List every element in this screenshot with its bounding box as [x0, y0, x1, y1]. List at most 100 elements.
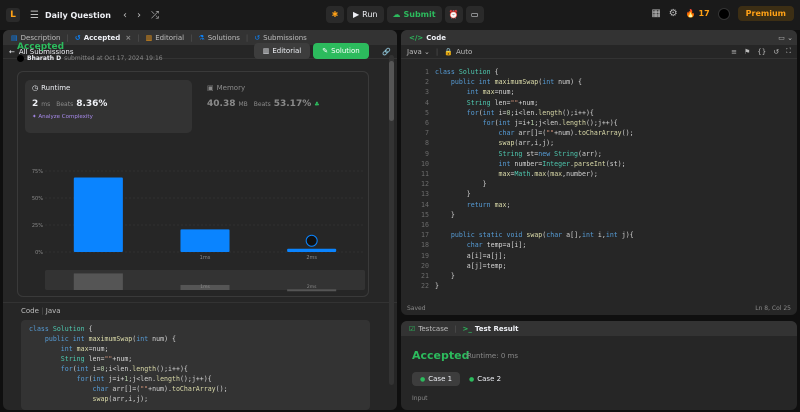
memory-label: Memory [216, 84, 246, 92]
streak-count: 17 [698, 9, 710, 18]
author-name[interactable]: Bharath D [27, 55, 61, 62]
fire-icon: 🔥 [685, 9, 696, 18]
language-select[interactable]: Java ⌄ [407, 48, 430, 56]
streak-counter[interactable]: 🔥 17 [686, 9, 710, 18]
overview-tick-label: 2ms [307, 284, 317, 290]
book-icon: ▥ [145, 33, 153, 42]
shuffle-icon[interactable]: ⤮ [151, 10, 159, 21]
line-number: 4 [425, 98, 429, 107]
case-label: Case 2 [477, 375, 502, 383]
memory-beats-label: Beats [253, 101, 271, 108]
line-number: 22 [421, 282, 429, 291]
editorial-button[interactable]: ▥ Editorial [254, 43, 310, 59]
book-icon: ▥ [262, 47, 270, 55]
bookmark-icon[interactable]: ⚑ [744, 48, 750, 56]
chart-bar[interactable] [287, 248, 337, 252]
scrollbar-thumb[interactable] [389, 61, 394, 121]
tab-divider: | [137, 33, 140, 42]
line-number: 1 [425, 68, 429, 76]
line-number: 21 [421, 272, 429, 281]
code-line: int max=num; [60, 345, 109, 353]
overview-bar [73, 273, 123, 290]
code-line: public int maximumSwap(int num) { [450, 78, 582, 87]
memory-chip-icon: ▣ [207, 84, 214, 92]
submit-button[interactable]: ☁ Submit [386, 6, 442, 23]
line-number: 13 [421, 190, 429, 199]
case-2-tab[interactable]: ● Case 2 [461, 372, 509, 386]
tab-testcase[interactable]: ☑ Testcase [405, 325, 452, 333]
code-line: for(int i=0;i<len.length();i++){ [60, 365, 188, 373]
line-number: 15 [421, 210, 429, 219]
tab-description[interactable]: ▤ Description [7, 34, 65, 42]
language-value: Java [407, 47, 422, 56]
code-section-label: Code | Java [21, 307, 61, 315]
tab-accepted[interactable]: ↺ Accepted × [71, 34, 135, 42]
left-scrollbar[interactable] [389, 55, 394, 385]
case-1-tab[interactable]: ● Case 1 [412, 372, 461, 386]
sparkle-icon: ✦ [32, 114, 37, 120]
line-number: 8 [425, 139, 429, 148]
code-line: a[j]=temp; [435, 261, 507, 270]
y-tick-label: 25% [32, 223, 43, 229]
back-arrow-icon[interactable]: ← [9, 48, 15, 56]
user-avatar[interactable] [717, 7, 730, 20]
code-line: int number=Integer.parseInt(st); [498, 159, 626, 168]
auto-mode-label[interactable]: Auto [456, 48, 472, 56]
memory-card[interactable]: ▣ Memory 40.38 MB Beats 53.17% ♣ [200, 80, 365, 133]
line-number: 17 [421, 231, 429, 240]
line-number: 16 [421, 221, 429, 230]
run-submit-group: ✱ ▶ Run ☁ Submit ⏰ ▭ [326, 6, 484, 23]
solution-label: Solution [331, 47, 360, 55]
line-number: 20 [421, 261, 429, 270]
problem-list-title[interactable]: Daily Question [45, 11, 111, 20]
tab-solutions[interactable]: ⚗ Solutions [194, 34, 243, 42]
menu-icon[interactable]: ≡ [731, 48, 737, 56]
timer-button[interactable]: ⏰ [444, 6, 463, 23]
settings-gear-icon[interactable]: ⚙ [669, 8, 678, 19]
solution-button[interactable]: ✎ Solution [313, 43, 369, 59]
panel-options-icon[interactable]: ▭ ⌄ [778, 34, 793, 42]
tab-editorial[interactable]: ▥ Editorial [142, 34, 189, 42]
chart-bar[interactable] [73, 177, 123, 252]
pass-dot-icon: ● [469, 375, 475, 383]
code-line: swap(arr,i,j); [498, 139, 555, 148]
tab-divider: | [66, 33, 69, 42]
problem-list-icon[interactable]: ☰ [30, 10, 39, 21]
line-number: 11 [421, 170, 429, 179]
chart-bar[interactable] [180, 229, 230, 252]
code-tabbar: </> Code ▭ ⌄ [401, 30, 797, 45]
test-status: Accepted [412, 349, 470, 362]
close-tab-icon[interactable]: × [125, 34, 131, 42]
code-editor-panel: </> Code ▭ ⌄ Java ⌄ | 🔒 Auto ≡ ⚑ {} ↺ ⛶ 1… [401, 30, 797, 315]
fullscreen-icon[interactable]: ⛶ [786, 47, 791, 56]
prev-problem-icon[interactable]: ‹ [123, 10, 127, 21]
tab-label: Code [426, 33, 447, 42]
line-number: 3 [425, 88, 429, 97]
tab-label: Description [20, 33, 61, 42]
premium-button[interactable]: Premium [737, 6, 794, 21]
memory-value: 40.38 [207, 99, 236, 109]
leaf-icon: ♣ [314, 101, 320, 108]
tab-submissions[interactable]: ↺ Submissions [250, 34, 311, 42]
notes-button[interactable]: ▭ [465, 6, 484, 23]
run-button[interactable]: ▶ Run [347, 6, 384, 23]
x-tick-label: 1ms [200, 255, 211, 261]
line-number: 12 [421, 180, 429, 189]
braces-icon[interactable]: {} [757, 48, 766, 56]
code-line: int max=num; [466, 88, 515, 97]
reset-icon[interactable]: ↺ [773, 48, 779, 56]
section-divider [3, 302, 397, 303]
next-problem-icon[interactable]: › [137, 10, 141, 21]
tab-code[interactable]: </> Code [405, 34, 450, 42]
layout-grid-icon[interactable]: ▦ [651, 8, 660, 19]
tab-test-result[interactable]: >_ Test Result [459, 325, 523, 333]
runtime-card[interactable]: ◷ Runtime 2 ms Beats 8.36% ✦ Analyze Comp… [25, 80, 192, 133]
runtime-value: 2 [32, 99, 39, 109]
leetcode-logo[interactable]: L [6, 8, 20, 22]
top-bar: L ☰ Daily Question ‹ › ⤮ ✱ ▶ Run ☁ Submit … [0, 0, 800, 30]
test-result-panel: ☑ Testcase | >_ Test Result Accepted Runti… [401, 321, 797, 410]
analyze-complexity-link[interactable]: ✦ Analyze Complexity [32, 114, 185, 120]
code-editor-text[interactable]: class Solution { public int maximumSwap(… [435, 67, 785, 297]
debug-button[interactable]: ✱ [326, 6, 344, 23]
